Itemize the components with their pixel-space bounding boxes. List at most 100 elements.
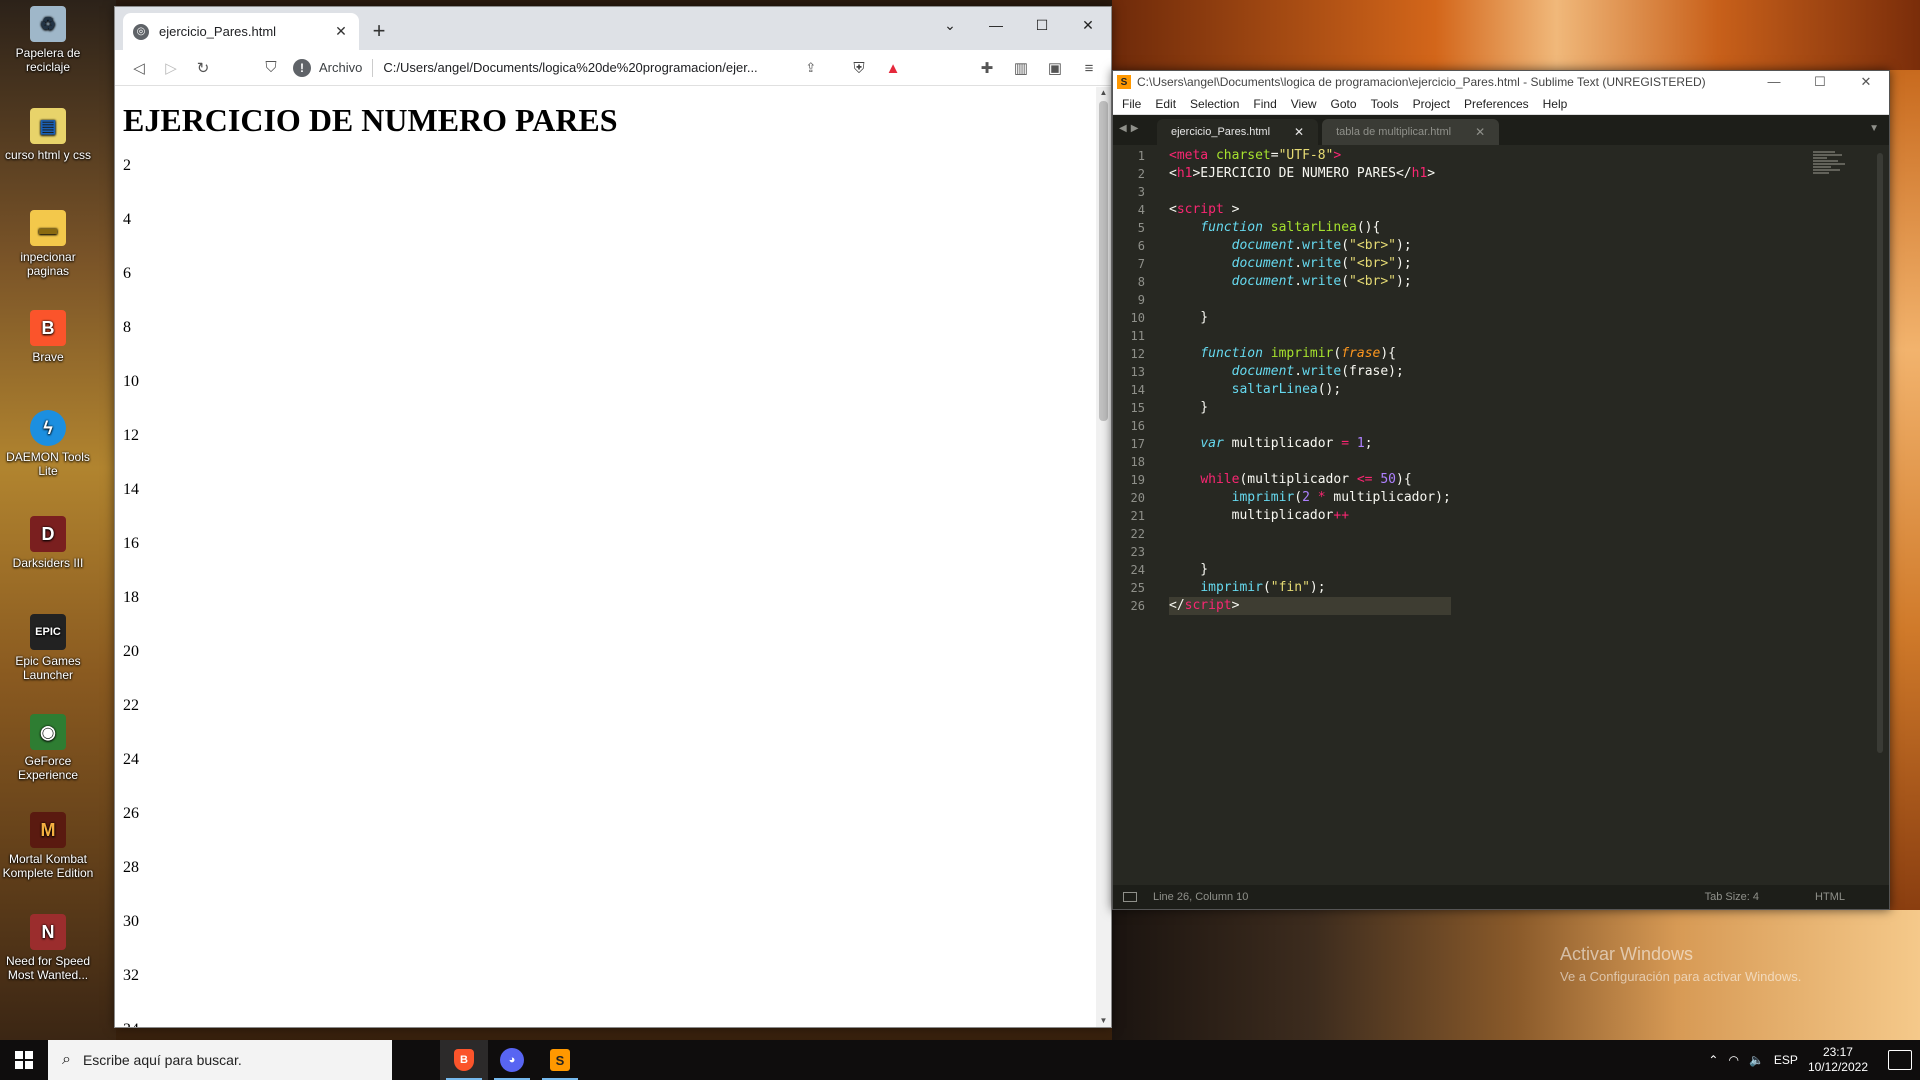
maximize-button[interactable]: ☐ [1797, 71, 1843, 93]
url-text[interactable]: C:/Users/angel/Documents/logica%20de%20p… [383, 60, 793, 75]
minimize-button[interactable]: — [1751, 71, 1797, 93]
menu-icon[interactable]: ≡ [1075, 60, 1103, 77]
code-line[interactable]: <meta charset="UTF-8"> [1169, 147, 1451, 165]
desktop-icon-curso[interactable]: ▤ curso html y css [2, 108, 94, 162]
code-line[interactable]: saltarLinea(); [1169, 381, 1451, 399]
code-line[interactable]: document.write("<br>"); [1169, 273, 1451, 291]
desktop-icon-nfs[interactable]: N Need for Speed Most Wanted... [2, 914, 94, 982]
tab-tabla-multiplicar[interactable]: tabla de multiplicar.html ✕ [1322, 119, 1500, 145]
share-icon[interactable]: ⇪ [805, 60, 816, 76]
start-button[interactable] [0, 1040, 48, 1080]
menu-find[interactable]: Find [1246, 97, 1283, 111]
taskbar-search[interactable]: ⌕ Escribe aquí para buscar. [48, 1040, 392, 1080]
menu-preferences[interactable]: Preferences [1457, 97, 1536, 111]
tab-size[interactable]: Tab Size: 4 [1705, 891, 1759, 903]
menu-help[interactable]: Help [1536, 97, 1575, 111]
code-line[interactable]: function imprimir(frase){ [1169, 345, 1451, 363]
wallet-icon[interactable]: ▣ [1041, 59, 1069, 77]
address-bar[interactable]: ! Archivo C:/Users/angel/Documents/logic… [293, 54, 833, 82]
menu-view[interactable]: View [1284, 97, 1324, 111]
code-line[interactable]: function saltarLinea(){ [1169, 219, 1451, 237]
maximize-button[interactable]: ☐ [1019, 7, 1065, 43]
code-editor[interactable]: 1 2 3 4 5 6 7 8 9 10 11 12 13 14 15 16 1… [1113, 147, 1889, 883]
volume-icon[interactable]: 🔈 [1749, 1053, 1764, 1067]
language-indicator[interactable]: ESP [1774, 1053, 1798, 1067]
tab-search-icon[interactable]: ⌄ [927, 7, 973, 43]
clock[interactable]: 23:17 10/12/2022 [1808, 1045, 1868, 1075]
menu-tools[interactable]: Tools [1364, 97, 1406, 111]
close-tab-icon[interactable]: ✕ [333, 23, 349, 40]
menu-project[interactable]: Project [1406, 97, 1457, 111]
code-line[interactable]: imprimir(2 * multiplicador); [1169, 489, 1451, 507]
desktop-icon-epic[interactable]: EPIC Epic Games Launcher [2, 614, 94, 682]
code-line[interactable]: document.write("<br>"); [1169, 237, 1451, 255]
code-line[interactable]: </script> [1169, 597, 1451, 615]
info-icon[interactable]: ! [293, 58, 311, 77]
page-scrollbar[interactable]: ▲ ▼ [1096, 87, 1111, 1027]
close-tab-icon[interactable]: ✕ [1294, 125, 1304, 139]
code-line[interactable]: } [1169, 561, 1451, 579]
desktop-icon-recycle-bin[interactable]: ♻ Papelera de reciclaje [2, 6, 94, 74]
desktop-icon-brave[interactable]: B Brave [2, 310, 94, 364]
back-icon[interactable]: ◁ [123, 59, 155, 77]
code-line[interactable] [1169, 453, 1451, 471]
desktop-icon-inpecionar[interactable]: ▬ inpecionar paginas [2, 210, 94, 278]
close-tab-icon[interactable]: ✕ [1475, 125, 1485, 139]
minimap[interactable] [1813, 151, 1849, 201]
menu-selection[interactable]: Selection [1183, 97, 1246, 111]
code-line[interactable]: <script > [1169, 201, 1451, 219]
reload-icon[interactable]: ↻ [187, 59, 219, 77]
desktop-icon-mortal-kombat[interactable]: M Mortal Kombat Komplete Edition [2, 812, 94, 880]
desktop-icon-daemon[interactable]: ϟ DAEMON Tools Lite [2, 410, 94, 478]
code-line[interactable]: <h1>EJERCICIO DE NUMERO PARES</h1> [1169, 165, 1451, 183]
brave-shield-icon[interactable]: ⛨ [845, 60, 873, 77]
desktop-icon-darksiders[interactable]: D Darksiders III [2, 516, 94, 570]
code-line[interactable]: multiplicador++ [1169, 507, 1451, 525]
network-icon[interactable]: ◠ [1728, 1053, 1738, 1067]
taskbar-discord[interactable]: ◕ [488, 1040, 536, 1080]
extensions-icon[interactable]: ✚ [973, 59, 1001, 77]
code-line[interactable]: } [1169, 399, 1451, 417]
line-number: 13 [1130, 365, 1145, 379]
code-line[interactable]: var multiplicador = 1; [1169, 435, 1451, 453]
code-line[interactable] [1169, 183, 1451, 201]
menu-goto[interactable]: Goto [1324, 97, 1364, 111]
code-line[interactable] [1169, 417, 1451, 435]
code-line[interactable]: } [1169, 309, 1451, 327]
desktop-icon-geforce[interactable]: ◉ GeForce Experience [2, 714, 94, 782]
code-line[interactable]: imprimir("fin"); [1169, 579, 1451, 597]
taskbar-sublime[interactable]: S [536, 1040, 584, 1080]
menu-file[interactable]: File [1115, 97, 1148, 111]
menu-edit[interactable]: Edit [1148, 97, 1183, 111]
scrollbar-thumb[interactable] [1099, 101, 1108, 421]
even-number: 18 [123, 589, 139, 606]
forward-icon[interactable]: ▷ [155, 59, 187, 77]
syntax-selector[interactable]: HTML [1815, 891, 1845, 903]
minimize-button[interactable]: — [973, 7, 1019, 43]
new-tab-button[interactable]: + [367, 18, 391, 44]
scroll-up-icon[interactable]: ▲ [1096, 87, 1111, 99]
close-button[interactable]: ✕ [1065, 7, 1111, 43]
taskbar-brave[interactable]: B [440, 1040, 488, 1080]
code-line[interactable] [1169, 525, 1451, 543]
bookmark-icon[interactable]: ⛉ [255, 59, 287, 76]
code-line[interactable]: while(multiplicador <= 50){ [1169, 471, 1451, 489]
editor-scrollbar[interactable] [1877, 153, 1883, 753]
code-line[interactable] [1169, 543, 1451, 561]
brave-rewards-icon[interactable]: ▲ [879, 60, 907, 77]
sidebar-icon[interactable]: ▥ [1007, 59, 1035, 77]
code-line[interactable] [1169, 327, 1451, 345]
notification-icon[interactable] [1888, 1050, 1912, 1070]
close-button[interactable]: ✕ [1843, 71, 1889, 93]
desktop-icon-label: Need for Speed Most Wanted... [5, 954, 91, 982]
scroll-down-icon[interactable]: ▼ [1096, 1015, 1111, 1027]
code-line[interactable]: document.write("<br>"); [1169, 255, 1451, 273]
tab-nav-arrows-icon[interactable]: ◀▶ [1119, 123, 1142, 134]
panel-toggle-icon[interactable] [1123, 892, 1137, 902]
chevron-up-icon[interactable]: ⌃ [1708, 1053, 1718, 1067]
code-line[interactable] [1169, 291, 1451, 309]
code-line[interactable]: document.write(frase); [1169, 363, 1451, 381]
tab-ejercicio-pares[interactable]: ejercicio_Pares.html ✕ [1157, 119, 1319, 145]
tab-dropdown-icon[interactable]: ▼ [1869, 123, 1879, 134]
browser-tab[interactable]: ◎ ejercicio_Pares.html ✕ [123, 13, 359, 50]
